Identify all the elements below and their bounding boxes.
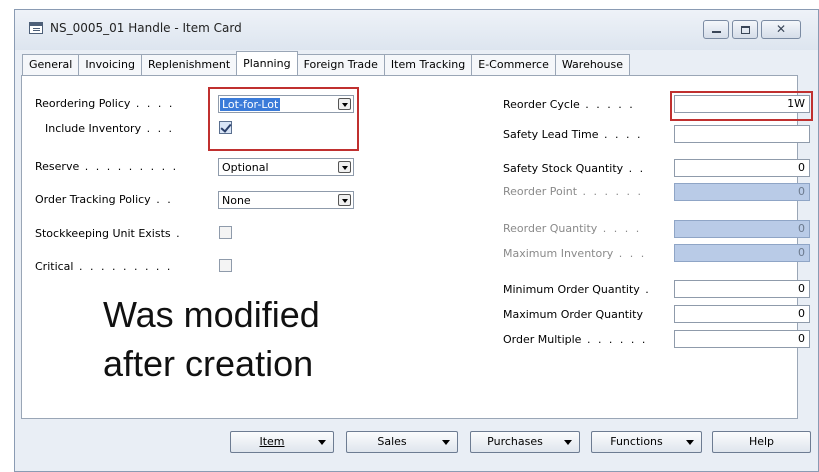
tab-general[interactable]: General <box>22 54 80 75</box>
tab-replenishment[interactable]: Replenishment <box>140 54 238 75</box>
annotation-line-2: after creation <box>103 343 314 384</box>
reorder-cycle-label: Reorder Cycle . . . . . <box>503 98 635 111</box>
maximum-inventory-field: 0 <box>674 244 810 262</box>
tab-invoicing[interactable]: Invoicing <box>78 54 142 75</box>
safety-lead-time-label: Safety Lead Time . . . . <box>503 128 643 141</box>
sales-menu-button[interactable]: Sales <box>346 431 458 453</box>
safety-lead-time-field[interactable] <box>674 125 810 143</box>
item-menu-button[interactable]: Item <box>230 431 334 453</box>
annotation-line-1: Was modified <box>103 294 320 335</box>
reorder-quantity-field: 0 <box>674 220 810 238</box>
order-tracking-policy-label: Order Tracking Policy . . <box>35 193 173 206</box>
tab-warehouse[interactable]: Warehouse <box>554 54 631 75</box>
sales-menu-label: Sales <box>377 435 407 448</box>
order-tracking-policy-select[interactable]: None <box>218 191 354 209</box>
safety-stock-quantity-label: Safety Stock Quantity . . <box>503 162 646 175</box>
help-button[interactable]: Help <box>712 431 811 453</box>
tab-foreign-trade[interactable]: Foreign Trade <box>296 54 385 75</box>
reserve-value: Optional <box>222 161 269 174</box>
minimum-order-quantity-field[interactable]: 0 <box>674 280 810 298</box>
order-tracking-policy-value: None <box>222 194 251 207</box>
maximize-icon <box>741 26 750 34</box>
chevron-down-icon <box>318 440 326 445</box>
purchases-menu-button[interactable]: Purchases <box>470 431 580 453</box>
reorder-quantity-label: Reorder Quantity . . . . <box>503 222 642 235</box>
chevron-down-icon <box>442 440 450 445</box>
chevron-down-icon[interactable] <box>338 194 351 206</box>
reorder-cycle-highlight <box>670 91 813 121</box>
stockkeeping-unit-exists-label: Stockkeeping Unit Exists . <box>35 227 182 240</box>
reserve-label: Reserve . . . . . . . . . <box>35 160 179 173</box>
tab-item-tracking[interactable]: Item Tracking <box>383 54 473 75</box>
annotation-text: Was modified after creation <box>103 290 320 388</box>
minimize-button[interactable] <box>703 20 729 39</box>
minimum-order-quantity-label: Minimum Order Quantity . <box>503 283 651 296</box>
maximum-order-quantity-field[interactable]: 0 <box>674 305 810 323</box>
reorder-point-label: Reorder Point . . . . . . <box>503 185 644 198</box>
tab-planning[interactable]: Planning <box>236 51 298 75</box>
include-inventory-label: Include Inventory . . . <box>45 122 175 135</box>
item-menu-label: Item <box>259 435 285 448</box>
chevron-down-icon <box>564 440 572 445</box>
reordering-policy-label: Reordering Policy . . . . <box>35 97 175 110</box>
functions-menu-label: Functions <box>610 435 663 448</box>
critical-label: Critical . . . . . . . . . <box>35 260 173 273</box>
order-multiple-field[interactable]: 0 <box>674 330 810 348</box>
safety-stock-quantity-field[interactable]: 0 <box>674 159 810 177</box>
close-button[interactable]: ✕ <box>761 20 801 39</box>
maximum-inventory-label: Maximum Inventory . . . <box>503 247 647 260</box>
functions-menu-button[interactable]: Functions <box>591 431 702 453</box>
maximum-order-quantity-label: Maximum Order Quantity <box>503 308 643 321</box>
window-form-icon <box>29 22 43 34</box>
window-title: NS_0005_01 Handle - Item Card <box>50 21 242 35</box>
title-bar[interactable]: NS_0005_01 Handle - Item Card ✕ <box>15 10 818 50</box>
reserve-select[interactable]: Optional <box>218 158 354 176</box>
tab-strip: General Invoicing Replenishment Planning… <box>22 51 631 75</box>
order-multiple-label: Order Multiple . . . . . . <box>503 333 648 346</box>
chevron-down-icon[interactable] <box>338 161 351 173</box>
modified-fields-highlight <box>208 87 359 151</box>
help-label: Help <box>748 435 775 448</box>
minimize-icon <box>712 31 721 33</box>
reorder-point-field: 0 <box>674 183 810 201</box>
purchases-menu-label: Purchases <box>487 435 543 448</box>
stockkeeping-unit-exists-checkbox[interactable] <box>219 226 232 239</box>
chevron-down-icon <box>686 440 694 445</box>
maximize-button[interactable] <box>732 20 758 39</box>
tab-e-commerce[interactable]: E-Commerce <box>471 54 556 75</box>
close-icon: ✕ <box>776 22 787 36</box>
critical-checkbox[interactable] <box>219 259 232 272</box>
